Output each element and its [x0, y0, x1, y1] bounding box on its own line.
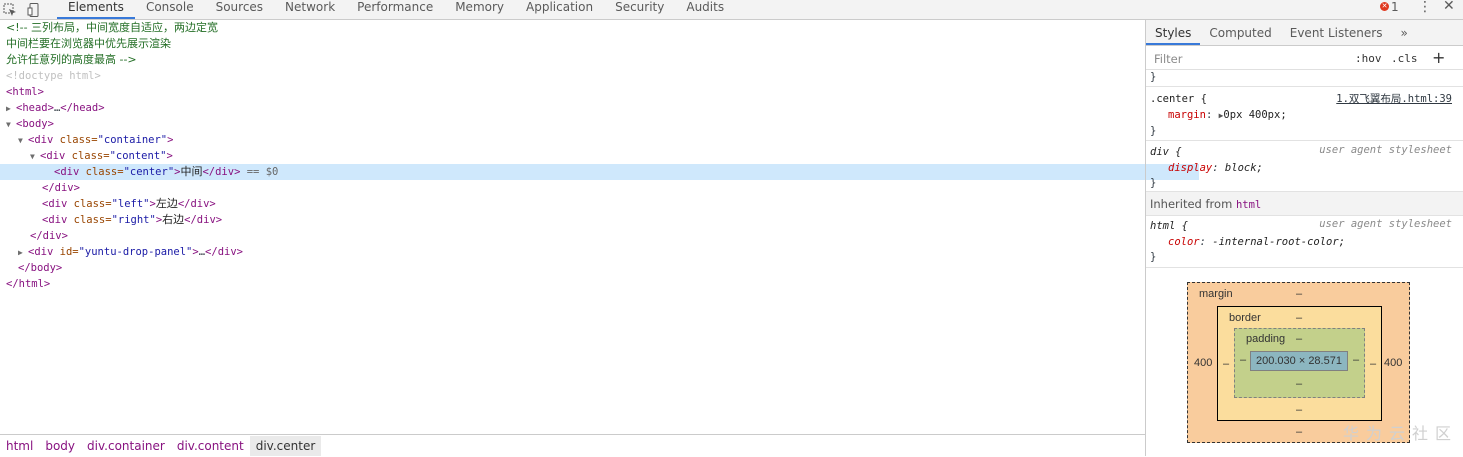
sidebar-tabs: Styles Computed Event Listeners »: [1146, 20, 1463, 46]
dom-container-node[interactable]: ▼ <div class="container">: [0, 132, 1163, 148]
dom-doctype[interactable]: <!doctype html>: [0, 68, 1151, 84]
declaration-display: display: block;: [1168, 162, 1263, 174]
rule-source-label: user agent stylesheet: [1319, 144, 1452, 156]
margin-left-value[interactable]: 400: [1194, 357, 1212, 369]
close-icon[interactable]: ✕: [1443, 0, 1455, 13]
breadcrumb-div-container[interactable]: div.container: [81, 436, 171, 456]
rule-source-link[interactable]: 1.双飞翼布局.html:39: [1336, 91, 1452, 106]
breadcrumb-div-center[interactable]: div.center: [249, 436, 322, 456]
dom-tree: <!-- 三列布局，中间宽度自适应，两边定宽 中间栏要在浏览器中优先展示渲染 允…: [0, 20, 1199, 434]
inherited-tag-link[interactable]: html: [1236, 199, 1261, 211]
class-toggle[interactable]: .cls: [1391, 52, 1418, 65]
margin-bottom-value[interactable]: –: [1296, 426, 1302, 438]
error-counter[interactable]: ✕ 1: [1380, 0, 1399, 19]
hover-state-toggle[interactable]: :hov: [1355, 52, 1382, 65]
previous-rule-tail: }: [1146, 70, 1463, 87]
dom-content-close[interactable]: </div>: [0, 180, 1187, 196]
collapsed-triangle-icon[interactable]: ▶: [6, 101, 16, 117]
padding-label: padding: [1246, 333, 1286, 345]
margin-box[interactable]: margin – 400 400 – border – – – – paddin…: [1187, 282, 1410, 443]
border-top-value[interactable]: –: [1296, 312, 1302, 324]
margin-right-value[interactable]: 400: [1384, 357, 1402, 369]
tab-styles[interactable]: Styles: [1146, 20, 1201, 45]
dom-comment-line[interactable]: 允许任意列的高度最高 -->: [0, 52, 1151, 68]
rule-selector: .center {: [1150, 93, 1207, 105]
padding-bottom-value[interactable]: –: [1296, 378, 1302, 390]
dom-content-node[interactable]: ▼ <div class="content">: [0, 148, 1175, 164]
dom-comment-line[interactable]: 中间栏要在浏览器中优先展示渲染: [0, 36, 1151, 52]
inherited-from-header: Inherited from html: [1146, 192, 1463, 216]
breadcrumb-div-content[interactable]: div.content: [171, 436, 250, 456]
dom-right-node[interactable]: <div class="right">右边</div>: [0, 212, 1187, 228]
tab-performance[interactable]: Performance: [346, 0, 444, 19]
expanded-triangle-icon[interactable]: ▼: [18, 133, 28, 149]
styles-filter-input[interactable]: [1152, 51, 1336, 67]
rule-selector: div {: [1150, 146, 1182, 158]
rule-selector: html {: [1150, 220, 1188, 232]
expanded-triangle-icon[interactable]: ▼: [30, 149, 40, 165]
collapsed-triangle-icon[interactable]: ▶: [18, 245, 28, 261]
padding-right-value[interactable]: –: [1353, 354, 1359, 366]
declaration-color: color: -internal-root-color;: [1168, 236, 1346, 248]
inspect-element-icon[interactable]: [0, 0, 20, 19]
declaration-margin[interactable]: margin: ▶0px 400px;: [1168, 107, 1287, 123]
tab-sources[interactable]: Sources: [205, 0, 274, 19]
dom-center-node-selected[interactable]: <div class="center">中间</div> == $0: [0, 164, 1199, 180]
dom-drop-panel-node[interactable]: ▶ <div id="yuntu-drop-panel">…</div>: [0, 244, 1163, 260]
margin-label: margin: [1199, 288, 1233, 300]
dom-container-close[interactable]: </div>: [0, 228, 1175, 244]
tab-computed[interactable]: Computed: [1200, 20, 1280, 45]
rule-div-user-agent[interactable]: div { user agent stylesheet display: blo…: [1146, 141, 1463, 192]
border-label: border: [1229, 312, 1261, 324]
tab-event-listeners[interactable]: Event Listeners: [1281, 20, 1392, 45]
more-tabs-icon[interactable]: »: [1391, 20, 1416, 45]
dom-html-open[interactable]: <html>: [0, 84, 1151, 100]
rule-center[interactable]: .center { 1.双飞翼布局.html:39 margin: ▶0px 4…: [1146, 88, 1463, 141]
rule-source-label: user agent stylesheet: [1319, 218, 1452, 230]
breadcrumb-body[interactable]: body: [39, 436, 81, 456]
error-icon: ✕: [1380, 2, 1389, 11]
border-left-value[interactable]: –: [1223, 358, 1229, 370]
tab-elements[interactable]: Elements: [57, 0, 135, 19]
content-box[interactable]: 200.030 × 28.571: [1250, 351, 1348, 371]
filter-bar: :hov .cls +: [1146, 47, 1463, 70]
padding-top-value[interactable]: –: [1296, 333, 1302, 345]
device-toolbar-icon[interactable]: [24, 0, 44, 19]
dom-comment-line[interactable]: <!-- 三列布局，中间宽度自适应，两边定宽: [0, 20, 1151, 36]
padding-box[interactable]: padding – – – – 200.030 × 28.571: [1234, 328, 1365, 398]
dom-body-close[interactable]: </body>: [0, 260, 1163, 276]
margin-top-value[interactable]: –: [1296, 288, 1302, 300]
border-bottom-value[interactable]: –: [1296, 404, 1302, 416]
border-right-value[interactable]: –: [1370, 358, 1376, 370]
devtools-toolbar: Elements Console Sources Network Perform…: [0, 0, 1463, 20]
border-box[interactable]: border – – – – padding – – – – 200.030 ×…: [1217, 306, 1382, 421]
tab-network[interactable]: Network: [274, 0, 346, 19]
dom-html-close[interactable]: </html>: [0, 276, 1151, 292]
more-options-icon[interactable]: ⋮: [1418, 0, 1432, 14]
watermark: 华为云社区: [1343, 424, 1459, 443]
tab-audits[interactable]: Audits: [675, 0, 735, 19]
dom-body-node[interactable]: ▼ <body>: [0, 116, 1151, 132]
tab-application[interactable]: Application: [515, 0, 604, 19]
tab-console[interactable]: Console: [135, 0, 205, 19]
dom-head-node[interactable]: ▶ <head>…</head>: [0, 100, 1151, 116]
panel-tabs: Elements Console Sources Network Perform…: [57, 0, 735, 19]
tab-security[interactable]: Security: [604, 0, 675, 19]
breadcrumb-html[interactable]: html: [0, 436, 39, 456]
padding-left-value[interactable]: –: [1240, 354, 1246, 366]
error-count: 1: [1391, 0, 1399, 14]
dom-left-node[interactable]: <div class="left">左边</div>: [0, 196, 1187, 212]
add-rule-icon[interactable]: +: [1432, 48, 1445, 67]
expanded-triangle-icon[interactable]: ▼: [6, 117, 16, 133]
breadcrumb: html body div.container div.content div.…: [0, 434, 1145, 457]
tab-memory[interactable]: Memory: [444, 0, 515, 19]
box-model-diagram: margin – 400 400 – border – – – – paddin…: [1187, 282, 1410, 443]
rule-html-user-agent[interactable]: html { user agent stylesheet color: -int…: [1146, 217, 1463, 268]
